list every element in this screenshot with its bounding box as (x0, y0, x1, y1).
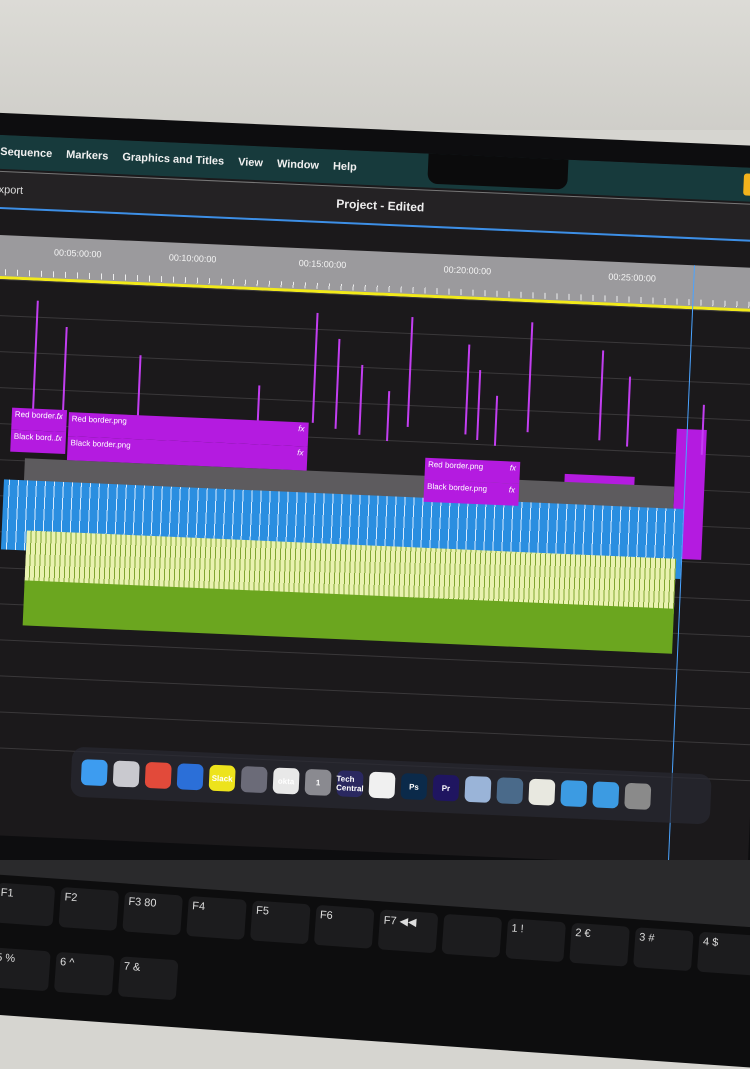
key[interactable]: F5 (250, 900, 311, 945)
tech-central-icon[interactable]: Tech Central (336, 770, 364, 798)
fx-badge: fx (297, 448, 304, 458)
clip-black-border[interactable]: Black border.png fx (423, 479, 520, 506)
camera-notch (427, 149, 569, 190)
key[interactable]: F7 ◀◀ (377, 909, 439, 954)
clip-label: Red border... (14, 409, 62, 421)
key[interactable]: 2 € (569, 922, 630, 967)
ruler-label: 00:15:00:00 (298, 258, 347, 271)
key[interactable]: F4 (186, 895, 247, 940)
clip-label: Red border.png (427, 459, 484, 472)
keyboard-deck: F1 F2 F3 80 F4 F5 F6 F7 ◀◀ 1 ! 2 €3 #4 $ 5 % 6 ^ 7 … (0, 860, 750, 1069)
fx-badge: fx (509, 463, 517, 473)
ruler-label: 00:20:00:00 (443, 264, 492, 277)
key[interactable]: 4 $ (696, 931, 750, 976)
chrome-icon[interactable] (144, 761, 172, 789)
track-divider (0, 674, 750, 710)
laptop: Sequence Markers Graphics and Titles Vie… (0, 112, 750, 908)
trash-icon[interactable] (624, 782, 652, 810)
quicktime-icon[interactable] (496, 777, 524, 805)
keyboard: F1 F2 F3 80 F4 F5 F6 F7 ◀◀ 1 ! 2 €3 #4 $ 5 % 6 ^ 7 … (0, 874, 750, 1069)
key[interactable]: F1 (0, 882, 56, 927)
app-c-icon[interactable] (176, 763, 204, 791)
miro-icon[interactable]: Slack (208, 764, 236, 792)
track-divider (0, 314, 750, 350)
fx-badge: fx (298, 424, 305, 434)
textedit-icon[interactable] (528, 778, 556, 806)
export-tab[interactable]: xport (0, 184, 23, 197)
wall-background (0, 0, 750, 130)
clip-edge[interactable] (334, 338, 341, 429)
clip-edge[interactable] (493, 395, 499, 446)
fx-badge: fx (508, 485, 516, 495)
preview-icon[interactable] (464, 775, 492, 803)
app-heart-icon[interactable] (240, 766, 268, 794)
fx-badge: fx (56, 411, 63, 421)
ruler-label: 00:05:00:00 (53, 247, 102, 260)
clip-edge[interactable] (476, 370, 482, 441)
status-icon[interactable] (743, 173, 750, 196)
key[interactable]: 1 ! (505, 918, 567, 963)
clip-edge[interactable] (598, 350, 605, 441)
finder-icon[interactable] (80, 759, 108, 787)
clip-edge[interactable] (358, 364, 364, 435)
clip-edge[interactable] (464, 344, 471, 435)
launchpad-icon[interactable] (112, 760, 140, 788)
folder-apps-icon[interactable] (560, 779, 588, 808)
key[interactable]: F3 80 (122, 891, 183, 936)
key[interactable]: 3 # (633, 927, 694, 972)
clip-red-border[interactable]: Red border... fx (11, 407, 68, 433)
menu-markers[interactable]: Markers (66, 149, 109, 163)
slack-icon[interactable] (368, 771, 396, 799)
window-title: Project - Edited (336, 196, 425, 215)
ruler-label: 00:25:00:00 (608, 271, 657, 284)
premiere-screen: Sequence Markers Graphics and Titles Vie… (0, 134, 750, 869)
menu-window[interactable]: Window (277, 158, 320, 172)
clip-label: Red border.png (71, 414, 128, 426)
premiere-icon[interactable]: Pr (432, 774, 460, 802)
clip-edge[interactable] (626, 376, 632, 447)
ruler-label: 00:10:00:00 (168, 252, 217, 265)
key[interactable]: 7 & (117, 956, 179, 1001)
key[interactable]: F6 (313, 904, 375, 949)
photoshop-icon[interactable]: Ps (400, 773, 428, 801)
system-settings-icon[interactable]: 1 (304, 768, 332, 796)
clip-label: Black border.png (426, 481, 488, 494)
clip-edge[interactable] (61, 326, 68, 417)
okta-icon[interactable]: okta (272, 767, 300, 795)
track-divider (0, 350, 750, 386)
clip-black-border[interactable]: Black bord... fx (10, 429, 67, 455)
menu-graphics-titles[interactable]: Graphics and Titles (122, 151, 224, 167)
clip-edge[interactable] (386, 391, 391, 442)
clip-label: Black bord... (13, 431, 59, 443)
key[interactable]: F2 (58, 887, 120, 931)
clip-label: Black border.png (70, 438, 131, 450)
menu-view[interactable]: View (238, 156, 263, 169)
key[interactable]: 5 % (0, 947, 51, 992)
folder-downloads-icon[interactable] (592, 781, 620, 809)
menu-help[interactable]: Help (333, 160, 357, 173)
key[interactable] (441, 913, 503, 958)
key[interactable]: 6 ^ (53, 951, 115, 996)
menu-sequence[interactable]: Sequence (0, 146, 52, 160)
fx-badge: fx (55, 433, 63, 443)
track-divider (0, 710, 750, 746)
